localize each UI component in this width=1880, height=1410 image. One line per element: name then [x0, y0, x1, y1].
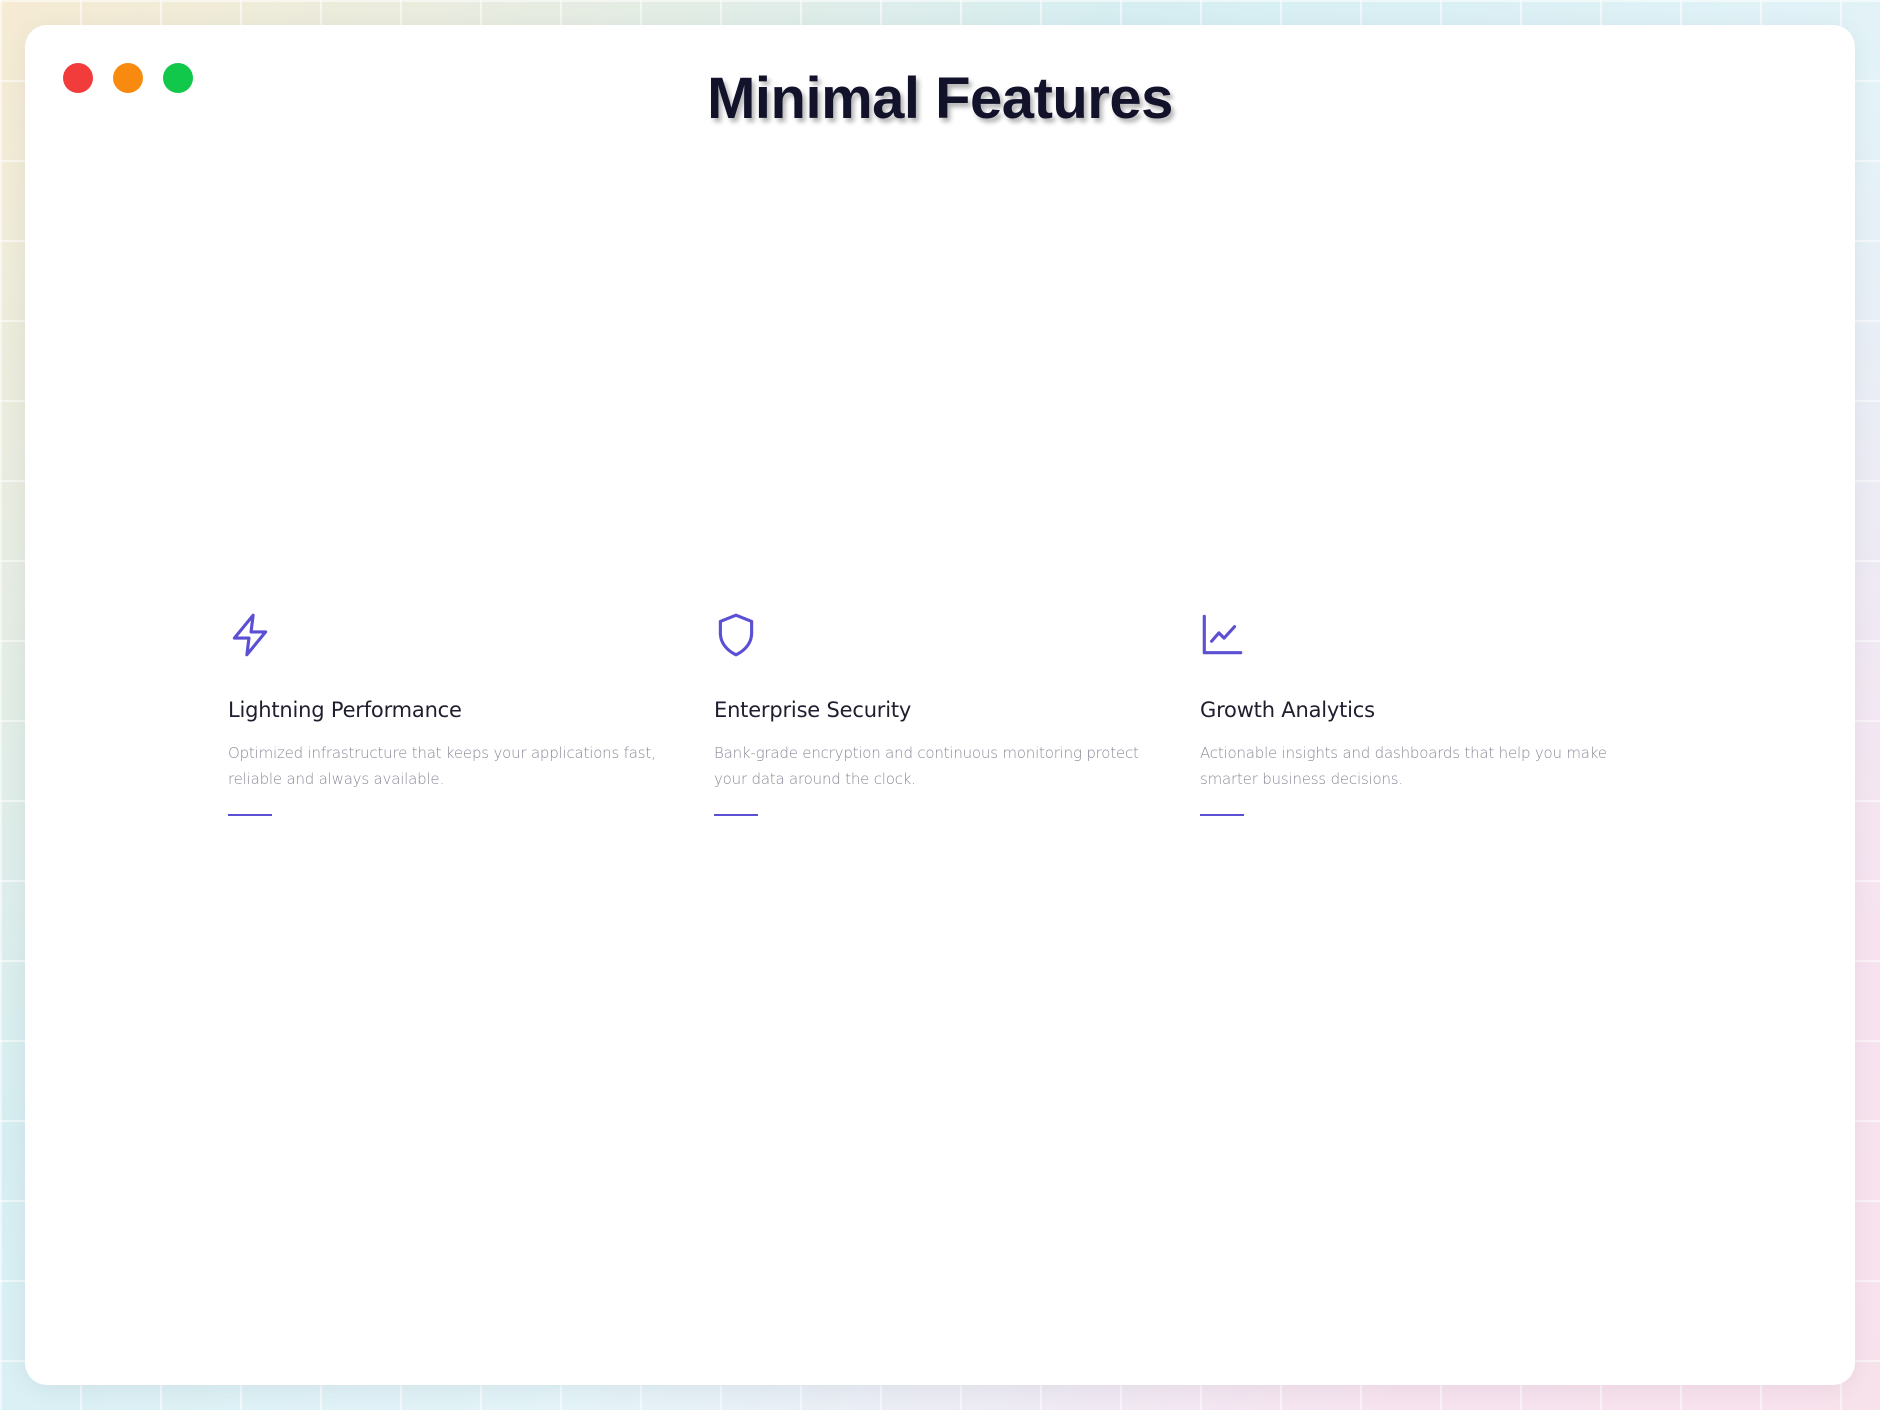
feature-divider [714, 814, 758, 816]
chart-line-icon [1197, 610, 1247, 660]
app-window: Minimal Features Lightning Performance O… [25, 25, 1855, 1385]
feature-description: Optimized infrastructure that keeps your… [228, 744, 656, 788]
feature-card-performance: Lightning Performance Optimized infrastr… [228, 610, 658, 816]
features-grid: Lightning Performance Optimized infrastr… [228, 610, 1630, 816]
feature-divider [228, 814, 272, 816]
lightning-icon [225, 610, 275, 660]
feature-title: Enterprise Security [714, 698, 912, 722]
page-title: Minimal Features [707, 66, 1173, 131]
feature-card-analytics: Growth Analytics Actionable insights and… [1200, 610, 1630, 816]
feature-title: Lightning Performance [228, 698, 462, 722]
feature-title: Growth Analytics [1200, 698, 1375, 722]
shield-icon [711, 610, 761, 660]
feature-card-security: Enterprise Security Bank-grade encryptio… [714, 610, 1144, 816]
feature-description: Bank-grade encryption and continuous mon… [714, 744, 1139, 788]
feature-divider [1200, 814, 1244, 816]
feature-description: Actionable insights and dashboards that … [1200, 744, 1607, 788]
